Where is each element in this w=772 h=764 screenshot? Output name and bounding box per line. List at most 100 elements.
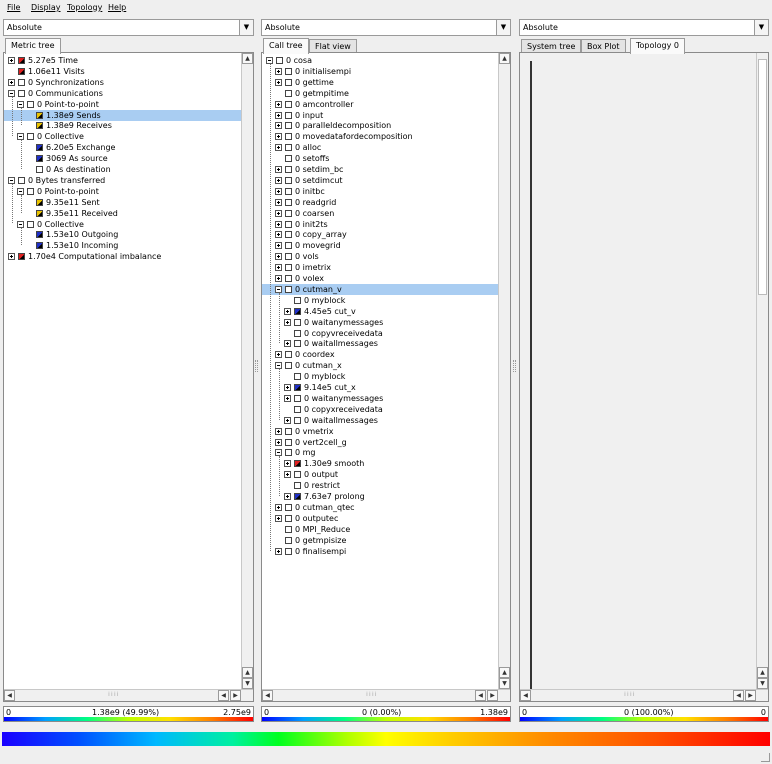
tree-row[interactable]: 0 cutman_qtec — [262, 502, 498, 513]
splitter-handle[interactable] — [513, 360, 516, 372]
tree-row[interactable]: 0 amcontroller — [262, 99, 498, 110]
tree-row[interactable]: 0 init2ts — [262, 219, 498, 230]
tree-row[interactable]: 0 Point-to-point — [4, 99, 241, 110]
expand-icon[interactable] — [275, 187, 282, 195]
tree-row[interactable]: 0 paralleldecomposition — [262, 120, 498, 131]
resize-grip-icon[interactable] — [761, 753, 770, 762]
tree-row[interactable]: 0 coordex — [262, 349, 498, 360]
topology-vertical-scrollbar[interactable]: ▲ ▼ — [756, 53, 768, 689]
expand-icon[interactable] — [275, 176, 282, 184]
tree-row[interactable]: 1.30e9 smooth — [262, 458, 498, 469]
tree-row[interactable]: 0 Communications — [4, 88, 241, 99]
tree-row[interactable]: 0 alloc — [262, 142, 498, 153]
scroll-right-icon[interactable]: ▶ — [487, 690, 498, 701]
tree-row[interactable]: 0 myblock — [262, 371, 498, 382]
tree-row[interactable]: 0 gettime — [262, 77, 498, 88]
scroll-right-icon[interactable]: ▶ — [230, 690, 241, 701]
tree-row[interactable]: 1.38e9 Sends — [4, 109, 241, 121]
tree-row[interactable]: 0 outputec — [262, 513, 498, 524]
tree-row[interactable]: 0 getmpitime — [262, 88, 498, 99]
expand-icon[interactable] — [275, 166, 282, 173]
expand-icon[interactable] — [275, 351, 282, 359]
tree-row[interactable]: 0 setdim_bc — [262, 164, 498, 175]
scroll-left-icon[interactable]: ◀ — [520, 690, 531, 701]
tree-row[interactable]: 0 As destination — [4, 164, 241, 175]
scroll-left-icon[interactable]: ◀ — [218, 690, 229, 701]
scroll-left-icon[interactable]: ◀ — [4, 690, 15, 701]
tree-row[interactable]: 0 Collective — [4, 219, 241, 230]
chevron-down-icon[interactable]: ▼ — [754, 20, 768, 35]
tree-row[interactable]: 0 setdimcut — [262, 175, 498, 186]
expand-icon[interactable] — [275, 231, 282, 239]
expand-icon[interactable] — [275, 242, 282, 250]
tree-row[interactable]: 5.27e5 Time — [4, 55, 241, 66]
splitter-handle[interactable] — [255, 360, 258, 372]
tab-topology-0[interactable]: Topology 0 — [630, 38, 685, 54]
tree-row[interactable]: 0 mg — [262, 447, 498, 458]
scroll-left-icon[interactable]: ◀ — [733, 690, 744, 701]
call-tree[interactable]: 0 cosa 0 initialisempi 0 gettime 0 getmpiti… — [262, 53, 498, 689]
expand-icon[interactable] — [284, 307, 291, 315]
tree-row[interactable]: 3069 As source — [4, 153, 241, 164]
tree-row[interactable]: 7.63e7 prolong — [262, 491, 498, 502]
tree-row[interactable]: 1.53e10 Incoming — [4, 240, 241, 251]
collapse-icon[interactable] — [8, 176, 15, 184]
expand-icon[interactable] — [284, 471, 291, 479]
expand-icon[interactable] — [275, 503, 282, 511]
tree-row[interactable]: 4.45e5 cut_v — [262, 306, 498, 317]
scroll-thumb[interactable] — [758, 59, 767, 295]
scroll-up-icon[interactable]: ▲ — [499, 667, 510, 678]
expand-icon[interactable] — [8, 57, 15, 64]
expand-icon[interactable] — [8, 78, 15, 86]
collapse-icon[interactable] — [275, 285, 282, 293]
tree-row[interactable]: 0 getmpisize — [262, 535, 498, 546]
expand-icon[interactable] — [275, 67, 282, 75]
tab-call-tree[interactable]: Call tree — [263, 38, 309, 54]
tree-row[interactable]: 0 finalisempi — [262, 546, 498, 557]
system-value-mode-select[interactable]: Absolute ▼ — [519, 19, 769, 36]
collapse-icon[interactable] — [17, 220, 24, 228]
tree-row[interactable]: 0 Point-to-point — [4, 186, 241, 197]
scroll-up-icon[interactable]: ▲ — [242, 53, 253, 64]
tree-row[interactable]: 1.06e11 Visits — [4, 66, 241, 77]
topology-horizontal-scrollbar[interactable]: ◀ ⁞⁞⁞⁞ ◀ ▶ — [520, 689, 768, 701]
menu-help[interactable]: Help — [108, 3, 126, 12]
tree-row[interactable]: 9.14e5 cut_x — [262, 382, 498, 393]
menu-topology[interactable]: Topology — [67, 3, 102, 12]
metric-value-mode-select[interactable]: Absolute ▼ — [3, 19, 254, 36]
tree-row[interactable]: 0 waitanymessages — [262, 393, 498, 404]
tree-row[interactable]: 0 initialisempi — [262, 66, 498, 77]
expand-icon[interactable] — [284, 340, 291, 348]
tree-row[interactable]: 0 volex — [262, 273, 498, 284]
expand-icon[interactable] — [275, 275, 282, 282]
expand-icon[interactable] — [275, 514, 282, 522]
tree-row[interactable]: 0 readgrid — [262, 197, 498, 208]
collapse-icon[interactable] — [17, 187, 24, 195]
expand-icon[interactable] — [275, 198, 282, 206]
expand-icon[interactable] — [275, 427, 282, 435]
tree-row[interactable]: 9.35e11 Received — [4, 208, 241, 219]
expand-icon[interactable] — [275, 133, 282, 141]
tree-row[interactable]: 0 coarsen — [262, 208, 498, 219]
tree-row[interactable]: 1.38e9 Receives — [4, 120, 241, 131]
collapse-icon[interactable] — [266, 57, 273, 64]
tree-row[interactable]: 0 vert2cell_g — [262, 437, 498, 448]
tree-row[interactable]: 0 copy_array — [262, 229, 498, 240]
menu-display[interactable]: Display — [31, 3, 61, 12]
expand-icon[interactable] — [275, 100, 282, 108]
tree-row[interactable]: 6.20e5 Exchange — [4, 142, 241, 153]
expand-icon[interactable] — [284, 493, 291, 500]
expand-icon[interactable] — [284, 384, 291, 391]
tree-row[interactable]: 0 myblock — [262, 295, 498, 306]
tree-row[interactable]: 0 output — [262, 469, 498, 480]
tree-row[interactable]: 0 Collective — [4, 131, 241, 142]
call-tree-horizontal-scrollbar[interactable]: ◀ ⁞⁞⁞⁞ ◀ ▶ — [262, 689, 510, 701]
metric-tree-vertical-scrollbar[interactable]: ▲ ▲ ▼ — [241, 53, 253, 689]
chevron-down-icon[interactable]: ▼ — [239, 20, 253, 35]
expand-icon[interactable] — [275, 122, 282, 130]
expand-icon[interactable] — [284, 394, 291, 402]
tree-row[interactable]: 0 MPI_Reduce — [262, 524, 498, 535]
scroll-up-icon[interactable]: ▲ — [757, 667, 768, 678]
metric-tree[interactable]: 5.27e5 Time 1.06e11 Visits 0 Synchronizati… — [4, 53, 241, 689]
tree-row[interactable]: 0 vmetrix — [262, 426, 498, 437]
